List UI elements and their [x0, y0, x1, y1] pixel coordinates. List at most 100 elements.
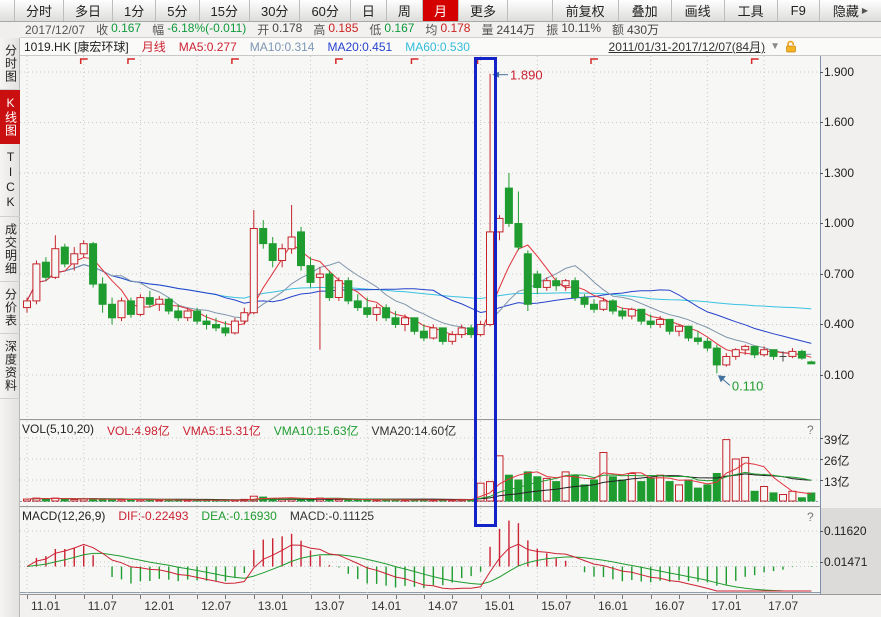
macd-indicator-title: MACD(12,26,9) — [22, 509, 106, 523]
candle-body — [561, 280, 570, 287]
candle-body — [693, 337, 702, 342]
tab-weekly[interactable]: 周 — [387, 0, 423, 21]
tab-5min[interactable]: 5分 — [156, 0, 200, 21]
candle-body — [334, 280, 343, 298]
candle-body — [60, 246, 69, 265]
hide-button[interactable]: 隐藏 ▶ — [818, 0, 881, 21]
candle-body — [495, 217, 504, 233]
candle-body — [542, 280, 551, 288]
quote-turnover: 额 430万 — [612, 23, 660, 37]
axis-tick-label: 1.300 — [819, 165, 855, 180]
chevron-right-icon: ▶ — [861, 6, 868, 15]
time-axis-label: 17.01 — [711, 599, 742, 613]
volume-bar — [60, 498, 69, 502]
exright-marker — [335, 58, 343, 64]
price-annotation: 0.110 — [732, 378, 764, 393]
date-range-selector[interactable]: 2011/01/31-2017/12/07(84月) ▼ — [609, 38, 797, 55]
candle-body — [523, 253, 532, 305]
candle-body — [117, 300, 126, 319]
ma5-legend: MA5:0.277 — [178, 39, 237, 54]
exright-marker — [590, 58, 598, 64]
candle-body — [353, 300, 362, 309]
candle-body — [230, 320, 239, 334]
quote-low: 低 0.167 — [369, 21, 415, 37]
f9-button[interactable]: F9 — [776, 0, 819, 21]
sidebar-item-price-table[interactable]: 分价表 — [0, 282, 20, 334]
candle-body — [98, 283, 107, 305]
candle-body — [703, 340, 712, 349]
tab-15min[interactable]: 15分 — [200, 0, 250, 21]
hide-button-label: 隐藏 — [832, 4, 859, 19]
quote-open: 开 0.178 — [257, 21, 303, 37]
tab-1min[interactable]: 1分 — [113, 0, 157, 21]
candle-body — [382, 307, 391, 319]
forward-adjust-button[interactable]: 前复权 — [551, 0, 618, 21]
tab-daily[interactable]: 日 — [351, 0, 387, 21]
candle-body — [372, 307, 381, 315]
time-axis-label: 16.07 — [654, 599, 685, 613]
tools-button[interactable]: 工具 — [723, 0, 777, 21]
tab-more[interactable]: 更多 — [459, 0, 508, 21]
axis-tick-label: 1.600 — [819, 115, 855, 130]
volume-bar — [646, 477, 655, 502]
candle-body — [164, 298, 173, 312]
date-range-text[interactable]: 2011/01/31-2017/12/07(84月) — [609, 38, 766, 55]
sidebar-item-trade-detail[interactable]: 成交明细 — [0, 217, 20, 282]
volume-help-icon[interactable]: ? — [807, 423, 814, 437]
overlay-button[interactable]: 叠加 — [617, 0, 671, 21]
candle-body — [32, 263, 41, 302]
sidebar-item-minute-chart[interactable]: 分时图 — [0, 38, 20, 90]
macd-help-icon[interactable]: ? — [807, 510, 814, 524]
sidebar-item-depth-info[interactable]: 深度资料 — [0, 334, 20, 399]
volume-bar — [70, 499, 79, 502]
ma20-legend: MA20:0.451 — [327, 39, 393, 54]
volume-bar — [665, 481, 674, 502]
volume-bar — [760, 486, 769, 502]
ma10-legend: MA10:0.314 — [249, 39, 315, 54]
candle-body — [344, 280, 353, 302]
candle-body — [145, 297, 154, 305]
candle-body — [741, 345, 750, 351]
tab-60min[interactable]: 60分 — [300, 0, 351, 21]
candle-body — [797, 350, 806, 359]
tab-minute-chart[interactable]: 分时 — [14, 0, 65, 21]
candle-body — [240, 312, 249, 322]
candle-body — [599, 300, 608, 310]
time-axis-tick — [367, 595, 369, 599]
sidebar-item-tick[interactable]: TICK — [0, 144, 20, 217]
volume-bar — [599, 452, 608, 502]
candle-body — [656, 318, 665, 325]
candle-body — [136, 297, 145, 315]
volume-bar — [495, 455, 504, 502]
volume-bar — [703, 484, 712, 502]
candle-body — [438, 327, 447, 342]
price-annotation: 1.890 — [510, 68, 543, 83]
candle-body — [410, 317, 419, 332]
tab-30min[interactable]: 30分 — [250, 0, 301, 21]
volume-legend: VOL(5,10,20) VOL:4.98亿 VMA5:15.31亿 VMA10… — [22, 422, 456, 439]
sidebar-item-kline-chart[interactable]: K线图 — [0, 90, 20, 144]
highlight-rectangle[interactable] — [473, 57, 498, 527]
symbol-name: 1019.HK [康宏环球] — [24, 40, 129, 54]
candle-body — [731, 349, 740, 357]
unlock-icon[interactable] — [785, 40, 797, 53]
time-axis-tick — [83, 595, 85, 599]
volume-bar — [552, 481, 561, 502]
time-axis-label: 13.07 — [314, 599, 345, 613]
candle-body — [618, 310, 627, 317]
draw-line-button[interactable]: 画线 — [670, 0, 724, 21]
volume-bar — [684, 479, 693, 502]
chevron-down-icon[interactable]: ▼ — [770, 41, 780, 52]
quote-date: 2017/12/07 — [25, 22, 86, 37]
candle-body — [23, 300, 31, 309]
volume-bar — [533, 476, 542, 502]
time-axis-label: 15.01 — [484, 599, 515, 613]
exright-marker — [231, 58, 239, 64]
tab-multi-day[interactable]: 多日 — [64, 0, 114, 21]
candle-body — [193, 310, 202, 322]
candle-body — [448, 334, 457, 342]
time-axis-tick — [537, 595, 539, 599]
volume-bar — [779, 494, 787, 502]
candle-body — [788, 350, 797, 357]
tab-monthly[interactable]: 月 — [422, 0, 459, 21]
